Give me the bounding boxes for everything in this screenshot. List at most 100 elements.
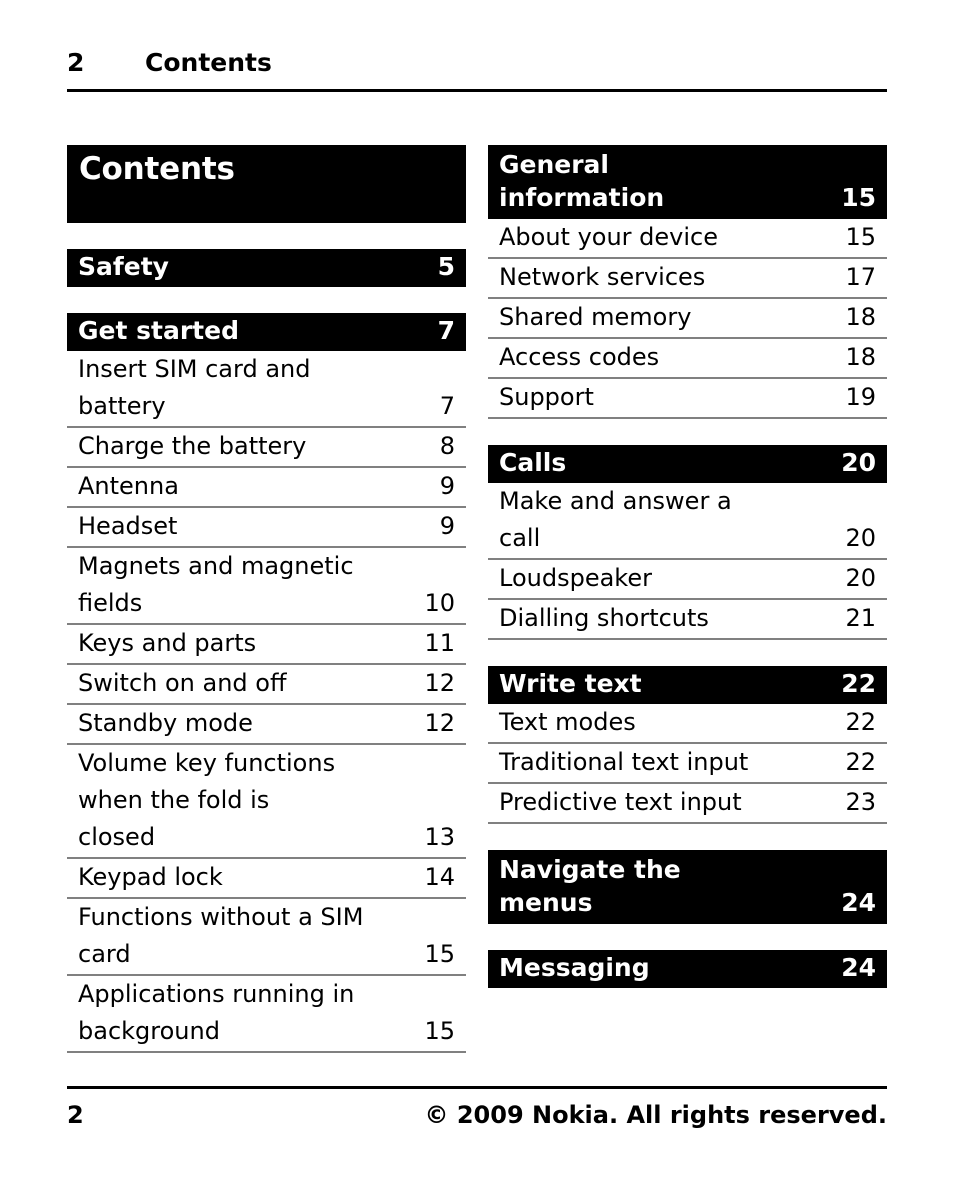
toc-entry-label-line: Volume key functions <box>78 749 336 777</box>
toc-entry-page: 8 <box>439 432 455 460</box>
toc-entry-label: Loudspeaker <box>499 564 652 592</box>
toc-entry-label: Antenna <box>78 472 179 500</box>
toc-entry-label: Dialling shortcuts <box>499 604 709 632</box>
toc-section-heading-line2: information 15 <box>499 181 876 214</box>
toc-entry-page: 12 <box>424 709 455 737</box>
toc-section-heading-label: Navigate the <box>499 855 681 884</box>
toc-entry[interactable]: Make and answer a call 20 <box>488 483 887 560</box>
toc-entry-last-line: battery 7 <box>78 388 455 425</box>
toc-entry[interactable]: Keys and parts 11 <box>67 625 466 665</box>
toc-entry[interactable]: Functions without a SIM card 15 <box>67 899 466 976</box>
toc-section-heading[interactable]: Safety 5 <box>67 249 466 287</box>
toc-entry-last-line: Standby mode 12 <box>78 705 455 742</box>
toc-entry[interactable]: Keypad lock 14 <box>67 859 466 899</box>
toc-entry-page: 9 <box>439 472 455 500</box>
toc-entry[interactable]: Charge the battery 8 <box>67 428 466 468</box>
toc-section: Calls 20 Make and answer a call 20 Loudspeake… <box>488 445 887 640</box>
toc-section-heading[interactable]: Calls 20 <box>488 445 887 483</box>
toc-section: Navigate the menus 24 <box>488 850 887 924</box>
footer-copyright: © 2009 Nokia. All rights reserved. <box>424 1101 888 1129</box>
toc-entry-last-line: Keys and parts 11 <box>78 625 455 662</box>
toc-entry-label: Standby mode <box>78 709 253 737</box>
toc-entry-last-line: closed 13 <box>78 819 455 856</box>
page-header: 2 Contents <box>67 48 887 92</box>
toc-entry[interactable]: Insert SIM card and battery 7 <box>67 351 466 428</box>
document-page: 2 Contents Contents Safety 5 Get started 7 I… <box>0 0 954 1180</box>
toc-entry[interactable]: Dialling shortcuts 21 <box>488 600 887 640</box>
toc-entry[interactable]: Shared memory 18 <box>488 299 887 339</box>
toc-entry-label: closed <box>78 823 156 851</box>
toc-entry-label: Predictive text input <box>499 788 742 816</box>
page-footer: 2 © 2009 Nokia. All rights reserved. <box>67 1086 887 1132</box>
toc-entry-page: 22 <box>845 748 876 776</box>
toc-section-heading-label: General <box>499 150 609 179</box>
toc-entry-label: call <box>499 524 541 552</box>
toc-section-heading-page: 7 <box>437 316 455 345</box>
toc-entry[interactable]: Headset 9 <box>67 508 466 548</box>
toc-section-heading-label: Messaging <box>499 953 650 982</box>
toc-entry-page: 13 <box>424 823 455 851</box>
toc-section: General information 15 About your device 15 N… <box>488 145 887 419</box>
toc-section: Messaging 24 <box>488 950 887 988</box>
toc-entry[interactable]: Text modes 22 <box>488 704 887 744</box>
toc-entry[interactable]: Switch on and off 12 <box>67 665 466 705</box>
toc-entry[interactable]: Access codes 18 <box>488 339 887 379</box>
toc-section-heading[interactable]: Messaging 24 <box>488 950 887 988</box>
toc-section-heading-label: menus <box>499 888 593 917</box>
toc-entry-label: Headset <box>78 512 178 540</box>
toc-entry-last-line: Network services 17 <box>499 259 876 296</box>
toc-entry-last-line: Dialling shortcuts 21 <box>499 600 876 637</box>
toc-section-heading-label: information <box>499 183 665 212</box>
toc-entry-label-line: Insert SIM card and <box>78 355 311 383</box>
toc-section-heading[interactable]: Navigate the menus 24 <box>488 850 887 924</box>
toc-entry-page: 10 <box>424 589 455 617</box>
toc-entry-last-line: background 15 <box>78 1013 455 1050</box>
toc-entry-page: 15 <box>845 223 876 251</box>
toc-entry-label: card <box>78 940 131 968</box>
toc-entry[interactable]: Applications running in background 15 <box>67 976 466 1053</box>
toc-entry-label: Charge the battery <box>78 432 307 460</box>
toc-entry-last-line: card 15 <box>78 936 455 973</box>
toc-entry[interactable]: Loudspeaker 20 <box>488 560 887 600</box>
toc-entry[interactable]: Volume key functions when the fold is clos… <box>67 745 466 859</box>
toc-entry-page: 20 <box>845 524 876 552</box>
toc-entry-label: About your device <box>499 223 719 251</box>
toc-entry-label: Access codes <box>499 343 660 371</box>
toc-entry[interactable]: Support 19 <box>488 379 887 419</box>
toc-entry-page: 17 <box>845 263 876 291</box>
toc-entry-label: fields <box>78 589 143 617</box>
toc-entry-label: Support <box>499 383 594 411</box>
toc-entry[interactable]: Standby mode 12 <box>67 705 466 745</box>
toc-section-heading-page: 22 <box>841 669 876 698</box>
header-title: Contents <box>145 48 272 77</box>
toc-entry-last-line: Switch on and off 12 <box>78 665 455 702</box>
toc-entry-label: Traditional text input <box>499 748 749 776</box>
toc-section: Safety 5 <box>67 249 466 287</box>
toc-entry-page: 7 <box>439 392 455 420</box>
right-sections: General information 15 About your device 15 N… <box>488 145 887 988</box>
toc-entry-list: About your device 15 Network services 17 Sha… <box>488 219 887 419</box>
toc-entry-page: 12 <box>424 669 455 697</box>
toc-entry-label: Switch on and off <box>78 669 287 697</box>
toc-section-heading-label: Get started <box>78 316 239 345</box>
toc-entry[interactable]: Network services 17 <box>488 259 887 299</box>
toc-entry-last-line: Text modes 22 <box>499 704 876 741</box>
toc-section-heading[interactable]: Get started 7 <box>67 313 466 351</box>
toc-section-heading-label: Safety <box>78 252 169 281</box>
toc-section-heading[interactable]: General information 15 <box>488 145 887 219</box>
toc-entry[interactable]: Traditional text input 22 <box>488 744 887 784</box>
toc-section-heading[interactable]: Write text 22 <box>488 666 887 704</box>
toc-entry-last-line: Loudspeaker 20 <box>499 560 876 597</box>
toc-entry-last-line: Traditional text input 22 <box>499 744 876 781</box>
toc-entry-page: 23 <box>845 788 876 816</box>
toc-entry[interactable]: Predictive text input 23 <box>488 784 887 824</box>
toc-entry[interactable]: About your device 15 <box>488 219 887 259</box>
toc-section-heading-page: 20 <box>841 448 876 477</box>
toc-entry-list: Text modes 22 Traditional text input 22 Pred… <box>488 704 887 824</box>
toc-entry-label: Shared memory <box>499 303 692 331</box>
toc-entry[interactable]: Antenna 9 <box>67 468 466 508</box>
toc-entry-page: 19 <box>845 383 876 411</box>
header-page-number: 2 <box>67 48 85 77</box>
toc-entry-label: battery <box>78 392 166 420</box>
toc-entry[interactable]: Magnets and magnetic fields 10 <box>67 548 466 625</box>
